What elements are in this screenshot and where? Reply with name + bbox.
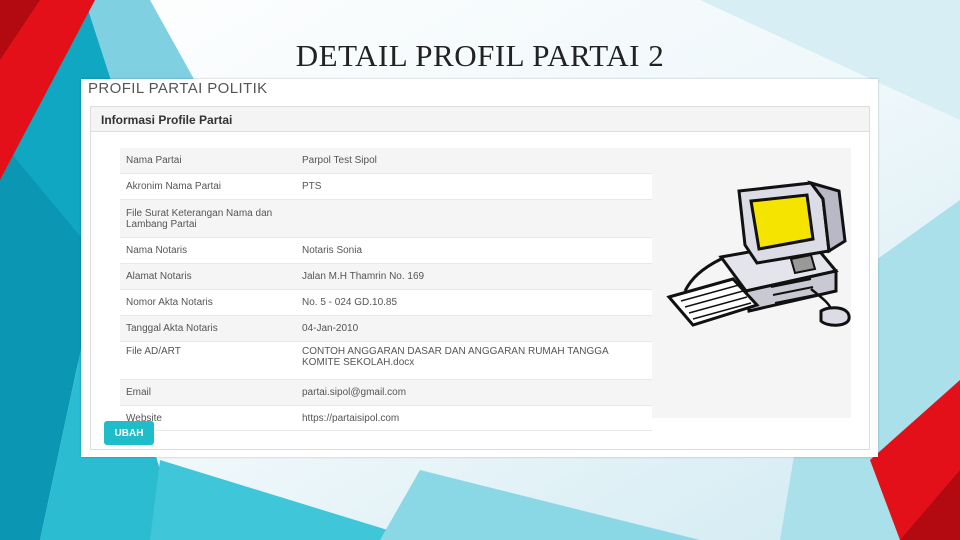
row-value: Parpol Test Sipol xyxy=(302,155,377,166)
row-label: File Surat Keterangan Nama dan Lambang P… xyxy=(126,207,273,230)
panel-header: Informasi Profile Partai xyxy=(91,107,869,132)
page-heading: PROFIL PARTAI POLITIK xyxy=(88,80,268,97)
table-row: Nomor Akta Notaris No. 5 - 024 GD.10.85 xyxy=(120,290,652,316)
row-label: Alamat Notaris xyxy=(126,271,192,282)
file-link[interactable]: CONTOH ANGGARAN DASAR DAN ANGGARAN RUMAH… xyxy=(302,346,646,368)
table-row: Email partai.sipol@gmail.com xyxy=(120,380,652,406)
panel-title: Informasi Profile Partai xyxy=(101,113,233,127)
row-label: Nomor Akta Notaris xyxy=(126,297,213,308)
row-value: Notaris Sonia xyxy=(302,245,363,256)
app-screenshot: PROFIL PARTAI POLITIK Informasi Profile … xyxy=(81,79,878,457)
row-value[interactable]: CONTOH ANGGARAN DASAR DAN ANGGARAN RUMAH… xyxy=(296,342,652,379)
computer-icon xyxy=(666,180,851,327)
row-label: Nama Notaris xyxy=(126,245,188,256)
profile-panel: Informasi Profile Partai Nama Partai Par… xyxy=(90,106,870,450)
row-label: Nama Partai xyxy=(126,155,182,166)
table-row: Akronim Nama Partai PTS xyxy=(120,174,652,200)
row-value: PTS xyxy=(302,181,322,192)
row-value[interactable] xyxy=(296,200,652,237)
table-row: Alamat Notaris Jalan M.H Thamrin No. 169 xyxy=(120,264,652,290)
ubah-button[interactable]: UBAH xyxy=(104,421,154,445)
row-label: Akronim Nama Partai xyxy=(126,181,222,192)
profile-table: Nama Partai Parpol Test Sipol Akronim Na… xyxy=(120,148,652,431)
row-label: Email xyxy=(126,387,152,398)
table-row: Nama Notaris Notaris Sonia xyxy=(120,238,652,264)
row-value: partai.sipol@gmail.com xyxy=(302,387,407,398)
row-label: File AD/ART xyxy=(126,346,181,357)
row-value: No. 5 - 024 GD.10.85 xyxy=(302,297,398,308)
table-row: Nama Partai Parpol Test Sipol xyxy=(120,148,652,174)
table-row: File Surat Keterangan Nama dan Lambang P… xyxy=(120,200,652,238)
table-row: Website https://partaisipol.com xyxy=(120,406,652,431)
table-row: Tanggal Akta Notaris 04-Jan-2010 xyxy=(120,316,652,342)
slide-title: DETAIL PROFIL PARTAI 2 xyxy=(295,38,665,73)
row-value: 04-Jan-2010 xyxy=(302,323,359,334)
row-label: Tanggal Akta Notaris xyxy=(126,323,218,334)
row-value: Jalan M.H Thamrin No. 169 xyxy=(302,271,425,282)
row-value: https://partaisipol.com xyxy=(302,412,400,424)
table-row: File AD/ART CONTOH ANGGARAN DASAR DAN AN… xyxy=(120,342,652,380)
